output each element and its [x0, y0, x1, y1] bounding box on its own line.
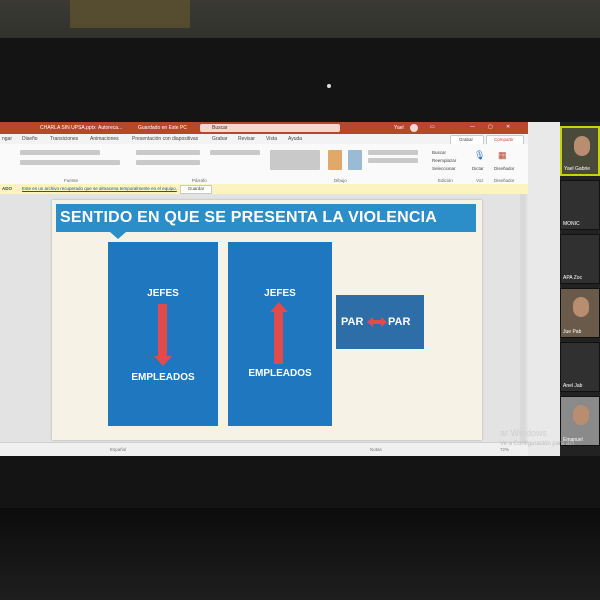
- participant-video: [573, 405, 589, 425]
- font-selector[interactable]: [20, 150, 100, 155]
- desk-surface: [0, 508, 600, 600]
- participant-tile[interactable]: Jue Pab: [560, 288, 600, 338]
- user-name[interactable]: Yael: [394, 125, 404, 131]
- slide-title[interactable]: SENTIDO EN QUE SE PRESENTA LA VIOLENCIA: [56, 204, 476, 239]
- group-label: Párrafo: [192, 178, 207, 183]
- arrow-down-icon: [154, 356, 172, 366]
- language-status[interactable]: Español: [110, 447, 126, 452]
- menu-item[interactable]: Presentación con diapositivas: [132, 136, 198, 142]
- peer-panel[interactable]: PAR PAR: [336, 295, 424, 349]
- arrow-up-icon: [270, 302, 288, 312]
- peer-left-label: PAR: [341, 316, 364, 328]
- title-pointer-shape: [110, 232, 126, 239]
- select-button[interactable]: Seleccionar: [432, 166, 456, 171]
- panel-top-label: JEFES: [264, 288, 296, 299]
- search-placeholder: Buscar: [212, 125, 228, 131]
- text-direction-button[interactable]: [210, 150, 260, 155]
- find-button[interactable]: Buscar: [432, 150, 446, 155]
- menu-item[interactable]: Vista: [266, 136, 277, 142]
- hierarchy-panel-down[interactable]: JEFES EMPLEADOS: [108, 242, 218, 426]
- vertical-scrollbar[interactable]: [520, 194, 526, 442]
- menu-item[interactable]: Ayuda: [288, 136, 302, 142]
- minimize-icon[interactable]: —: [470, 124, 475, 130]
- avatar[interactable]: [410, 124, 418, 132]
- menu-item[interactable]: ngar: [2, 136, 12, 142]
- menu-bar: ngar Diseño Transiciones Animaciones Pre…: [0, 134, 528, 145]
- menu-item[interactable]: Revisar: [238, 136, 255, 142]
- shapes-gallery[interactable]: [270, 150, 320, 170]
- paragraph-buttons[interactable]: [136, 150, 200, 155]
- group-label: Voz: [476, 178, 484, 183]
- autosave-label[interactable]: Autoreca...: [98, 125, 122, 131]
- designer-button[interactable]: Diseñador: [494, 166, 515, 171]
- designer-icon[interactable]: ▦: [498, 150, 507, 161]
- hierarchy-panel-up[interactable]: JEFES EMPLEADOS: [228, 242, 332, 426]
- participant-tile[interactable]: Anel Jab: [560, 342, 600, 392]
- notes-button[interactable]: Notas: [370, 447, 382, 452]
- ribbon-display-icon[interactable]: ▭: [430, 124, 435, 130]
- shape-fill-button[interactable]: [368, 150, 418, 155]
- group-label: Dibujo: [334, 178, 347, 183]
- video-participants-strip: Yael Gabrie MONIC APA Zoc Jue Pab Anel J…: [560, 122, 600, 456]
- saved-status: Guardado en Este PC: [138, 125, 187, 131]
- dictate-button[interactable]: Dictar: [472, 166, 484, 171]
- search-input[interactable]: Buscar: [200, 124, 340, 132]
- participant-video: [573, 297, 589, 317]
- webcam-icon: [327, 84, 331, 88]
- menu-item[interactable]: Diseño: [22, 136, 38, 142]
- close-icon[interactable]: ✕: [506, 124, 510, 130]
- microphone-icon[interactable]: 🎙: [474, 150, 485, 161]
- group-label: Edición: [438, 178, 453, 183]
- slide-canvas[interactable]: SENTIDO EN QUE SE PRESENTA LA VIOLENCIA …: [52, 200, 482, 440]
- participant-tile[interactable]: APA Zoc: [560, 234, 600, 284]
- group-label: Fuente: [64, 178, 79, 183]
- font-format-buttons[interactable]: [20, 160, 120, 165]
- save-button[interactable]: Guardar: [180, 185, 212, 194]
- arrow-shaft: [158, 304, 167, 358]
- panel-bottom-label: EMPLEADOS: [248, 368, 312, 379]
- quick-styles-button[interactable]: [348, 150, 362, 170]
- activate-windows-subtext: Ve a Configuración para act: [500, 441, 575, 447]
- panel-top-label: JEFES: [147, 288, 179, 299]
- participant-tile[interactable]: MONIC: [560, 180, 600, 230]
- paragraph-align-buttons[interactable]: [136, 160, 200, 165]
- activate-windows-watermark: ar Windows: [500, 428, 548, 438]
- notification-text[interactable]: Este es un archivo recuperado que se alm…: [22, 186, 177, 191]
- slide-editing-area[interactable]: SENTIDO EN QUE SE PRESENTA LA VIOLENCIA …: [0, 194, 528, 442]
- double-arrow-icon: [367, 317, 387, 327]
- group-label: Diseñador: [494, 178, 515, 183]
- title-bar: CHARLA SIN UPSA.pptx Autoreca... Guardad…: [0, 122, 528, 134]
- menu-item[interactable]: Animaciones: [90, 136, 119, 142]
- organize-button[interactable]: [328, 150, 342, 170]
- zoom-level[interactable]: 72%: [500, 447, 509, 452]
- menu-item[interactable]: Grabar: [212, 136, 228, 142]
- shape-outline-button[interactable]: [368, 158, 418, 163]
- peer-right-label: PAR: [388, 316, 411, 328]
- background-light: [70, 0, 190, 28]
- maximize-icon[interactable]: ▢: [488, 124, 493, 130]
- ribbon: Buscar Reemplazar Seleccionar 🎙 Dictar ▦…: [0, 144, 528, 185]
- panel-bottom-label: EMPLEADOS: [131, 372, 195, 383]
- file-title: CHARLA SIN UPSA.pptx: [40, 125, 96, 131]
- notification-label: ADO: [2, 186, 12, 191]
- monitor-screen: CHARLA SIN UPSA.pptx Autoreca... Guardad…: [0, 122, 600, 456]
- replace-button[interactable]: Reemplazar: [432, 158, 456, 163]
- arrow-shaft: [274, 312, 283, 364]
- participant-tile[interactable]: Yael Gabrie: [560, 126, 600, 176]
- participant-tile[interactable]: Emanuel: [560, 396, 600, 446]
- status-bar: Español Notas 72%: [0, 442, 528, 456]
- menu-item[interactable]: Transiciones: [50, 136, 78, 142]
- participant-video: [574, 136, 590, 156]
